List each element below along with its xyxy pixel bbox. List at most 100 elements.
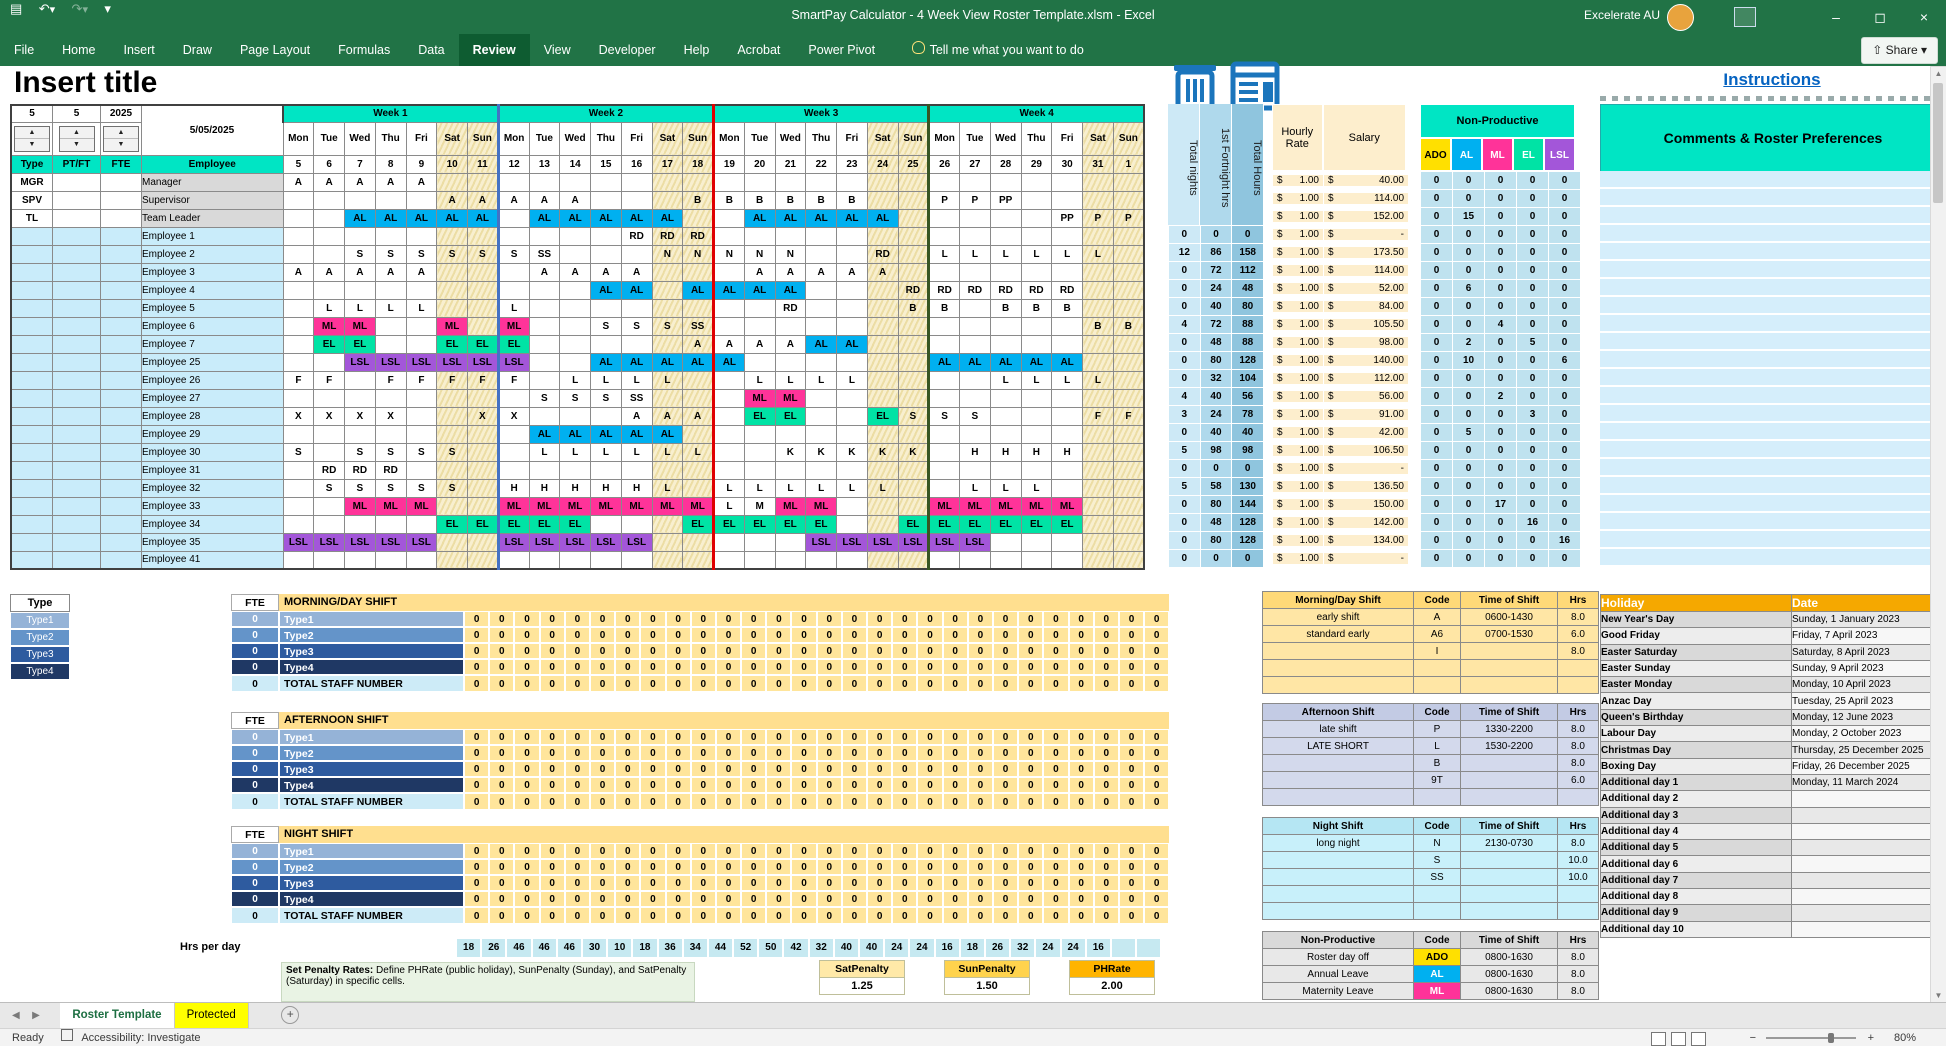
holiday-name[interactable]: Easter Sunday bbox=[1601, 660, 1792, 676]
shift-cell[interactable] bbox=[283, 479, 314, 497]
shift-cell[interactable] bbox=[560, 407, 591, 425]
holiday-date[interactable]: Thursday, 25 December 2025 bbox=[1792, 742, 1946, 758]
shift-name[interactable] bbox=[1263, 869, 1414, 886]
shift-cell[interactable] bbox=[929, 317, 960, 335]
shift-cell[interactable] bbox=[437, 227, 468, 245]
shift-cell[interactable]: EL bbox=[560, 515, 591, 533]
shift-cell[interactable] bbox=[1083, 281, 1114, 299]
accessibility-status[interactable]: Accessibility: Investigate bbox=[81, 1032, 200, 1044]
employee-type[interactable] bbox=[11, 461, 53, 479]
shift-time[interactable] bbox=[1461, 789, 1558, 806]
shift-cell[interactable] bbox=[621, 335, 652, 353]
shift-cell[interactable] bbox=[960, 425, 991, 443]
shift-cell[interactable] bbox=[375, 281, 406, 299]
shift-name[interactable] bbox=[1263, 772, 1414, 789]
shift-cell[interactable]: AL bbox=[529, 425, 560, 443]
ribbon-tab-draw[interactable]: Draw bbox=[169, 34, 226, 66]
shift-cell[interactable]: L bbox=[621, 371, 652, 389]
shift-cell[interactable]: PP bbox=[990, 191, 1021, 209]
shift-hrs[interactable] bbox=[1558, 903, 1599, 920]
shift-cell[interactable]: LSL bbox=[837, 533, 868, 551]
shift-cell[interactable] bbox=[1052, 479, 1083, 497]
shift-cell[interactable]: EL bbox=[744, 407, 775, 425]
shift-cell[interactable] bbox=[1083, 389, 1114, 407]
shift-cell[interactable] bbox=[867, 353, 898, 371]
shift-time[interactable]: 0600-1430 bbox=[1461, 609, 1558, 626]
shift-cell[interactable]: LSL bbox=[929, 533, 960, 551]
shift-cell[interactable]: LSL bbox=[375, 533, 406, 551]
shift-cell[interactable] bbox=[867, 335, 898, 353]
shift-cell[interactable]: B bbox=[683, 191, 714, 209]
shift-cell[interactable] bbox=[1113, 245, 1144, 263]
shift-cell[interactable] bbox=[1113, 299, 1144, 317]
holiday-name[interactable]: Additional day 5 bbox=[1601, 840, 1792, 856]
shift-cell[interactable] bbox=[837, 497, 868, 515]
shift-cell[interactable] bbox=[468, 461, 499, 479]
shift-cell[interactable] bbox=[898, 551, 929, 569]
shift-cell[interactable] bbox=[867, 191, 898, 209]
holiday-date[interactable]: Monday, 11 March 2024 bbox=[1792, 774, 1946, 790]
shift-cell[interactable]: AL bbox=[960, 353, 991, 371]
shift-cell[interactable]: A bbox=[775, 335, 806, 353]
shift-cell[interactable] bbox=[714, 209, 745, 227]
shift-cell[interactable] bbox=[621, 245, 652, 263]
employee-type[interactable] bbox=[11, 497, 53, 515]
ptft-cell[interactable] bbox=[53, 533, 101, 551]
shift-cell[interactable]: A bbox=[560, 263, 591, 281]
shift-cell[interactable] bbox=[683, 263, 714, 281]
shift-cell[interactable]: EL bbox=[775, 407, 806, 425]
shift-cell[interactable] bbox=[837, 551, 868, 569]
shift-name[interactable] bbox=[1263, 789, 1414, 806]
fte-cell[interactable] bbox=[101, 281, 142, 299]
shift-cell[interactable] bbox=[898, 245, 929, 263]
shift-hrs[interactable]: 8.0 bbox=[1558, 643, 1599, 660]
shift-cell[interactable] bbox=[529, 281, 560, 299]
shift-cell[interactable] bbox=[345, 389, 376, 407]
shift-cell[interactable] bbox=[560, 317, 591, 335]
shift-cell[interactable] bbox=[1052, 407, 1083, 425]
shift-cell[interactable]: LSL bbox=[345, 353, 376, 371]
shift-cell[interactable]: AL bbox=[591, 209, 622, 227]
ribbon-tab-review[interactable]: Review bbox=[459, 34, 530, 66]
shift-cell[interactable]: EL bbox=[744, 515, 775, 533]
shift-cell[interactable] bbox=[406, 425, 437, 443]
shift-cell[interactable]: B bbox=[990, 299, 1021, 317]
shift-cell[interactable] bbox=[929, 389, 960, 407]
shift-cell[interactable] bbox=[314, 515, 345, 533]
shift-cell[interactable]: L bbox=[990, 245, 1021, 263]
employee-type[interactable] bbox=[11, 371, 53, 389]
shift-cell[interactable]: L bbox=[714, 479, 745, 497]
shift-cell[interactable] bbox=[929, 209, 960, 227]
sheet-title[interactable]: Insert title bbox=[14, 66, 157, 100]
shift-cell[interactable]: H bbox=[1021, 443, 1052, 461]
shift-cell[interactable]: LSL bbox=[560, 533, 591, 551]
shift-cell[interactable]: RD bbox=[1052, 281, 1083, 299]
shift-cell[interactable] bbox=[683, 461, 714, 479]
comment-row[interactable] bbox=[1600, 351, 1944, 369]
shift-cell[interactable]: ML bbox=[806, 497, 837, 515]
shift-cell[interactable] bbox=[744, 227, 775, 245]
comment-row[interactable] bbox=[1600, 405, 1944, 423]
employee-name[interactable]: Employee 6 bbox=[142, 317, 284, 335]
shift-cell[interactable]: LSL bbox=[591, 533, 622, 551]
shift-cell[interactable] bbox=[1113, 425, 1144, 443]
shift-cell[interactable] bbox=[1113, 281, 1144, 299]
shift-cell[interactable] bbox=[806, 461, 837, 479]
shift-time[interactable] bbox=[1461, 755, 1558, 772]
shift-cell[interactable] bbox=[837, 389, 868, 407]
shift-cell[interactable] bbox=[1021, 173, 1052, 191]
shift-cell[interactable] bbox=[560, 551, 591, 569]
shift-cell[interactable] bbox=[1083, 173, 1114, 191]
fte-cell[interactable] bbox=[101, 479, 142, 497]
shift-cell[interactable] bbox=[744, 551, 775, 569]
shift-code[interactable] bbox=[1414, 677, 1461, 694]
employee-type[interactable] bbox=[11, 407, 53, 425]
shift-cell[interactable] bbox=[960, 209, 991, 227]
shift-cell[interactable]: ML bbox=[775, 389, 806, 407]
shift-cell[interactable]: S bbox=[406, 479, 437, 497]
shift-name[interactable] bbox=[1263, 886, 1414, 903]
shift-cell[interactable] bbox=[406, 551, 437, 569]
shift-code[interactable]: N bbox=[1414, 835, 1461, 852]
shift-cell[interactable] bbox=[406, 335, 437, 353]
shift-cell[interactable]: K bbox=[867, 443, 898, 461]
